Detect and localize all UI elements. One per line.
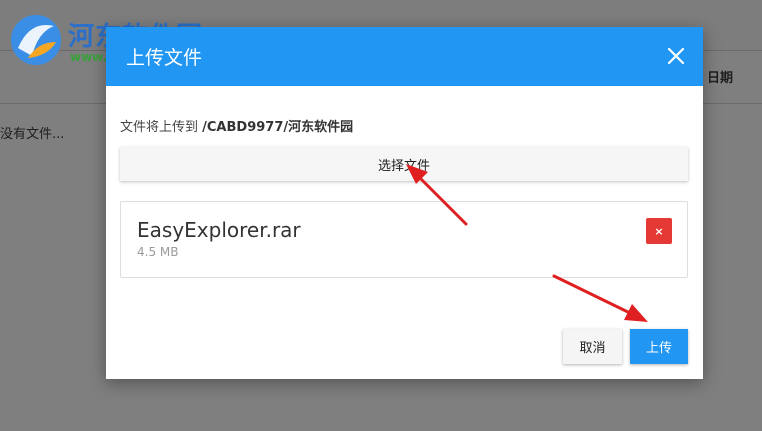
choose-file-button[interactable]: 选择文件	[120, 147, 688, 181]
file-name: EasyExplorer.rar	[137, 218, 301, 242]
dialog-header: 上传文件	[106, 27, 703, 86]
dialog-title: 上传文件	[126, 47, 203, 69]
empty-folder-text: 没有文件...	[0, 127, 65, 142]
upload-dialog: 上传文件 文件将上传到 /CABD9977/河东软件园 选择文件 EasyExp…	[106, 27, 703, 379]
close-icon[interactable]	[664, 44, 688, 68]
file-size: 4.5 MB	[137, 245, 179, 259]
file-list-item: EasyExplorer.rar 4.5 MB ×	[120, 201, 688, 278]
watermark-logo-icon	[11, 15, 61, 65]
upload-target-prefix: 文件将上传到	[120, 120, 203, 135]
upload-target-path: /CABD9977/河东软件园	[202, 120, 354, 135]
date-column-header: 日期	[707, 71, 734, 86]
upload-button[interactable]: 上传	[630, 329, 688, 364]
remove-file-button[interactable]: ×	[646, 218, 672, 244]
upload-target-text: 文件将上传到 /CABD9977/河东软件园	[120, 116, 353, 135]
cancel-button[interactable]: 取消	[563, 329, 622, 364]
